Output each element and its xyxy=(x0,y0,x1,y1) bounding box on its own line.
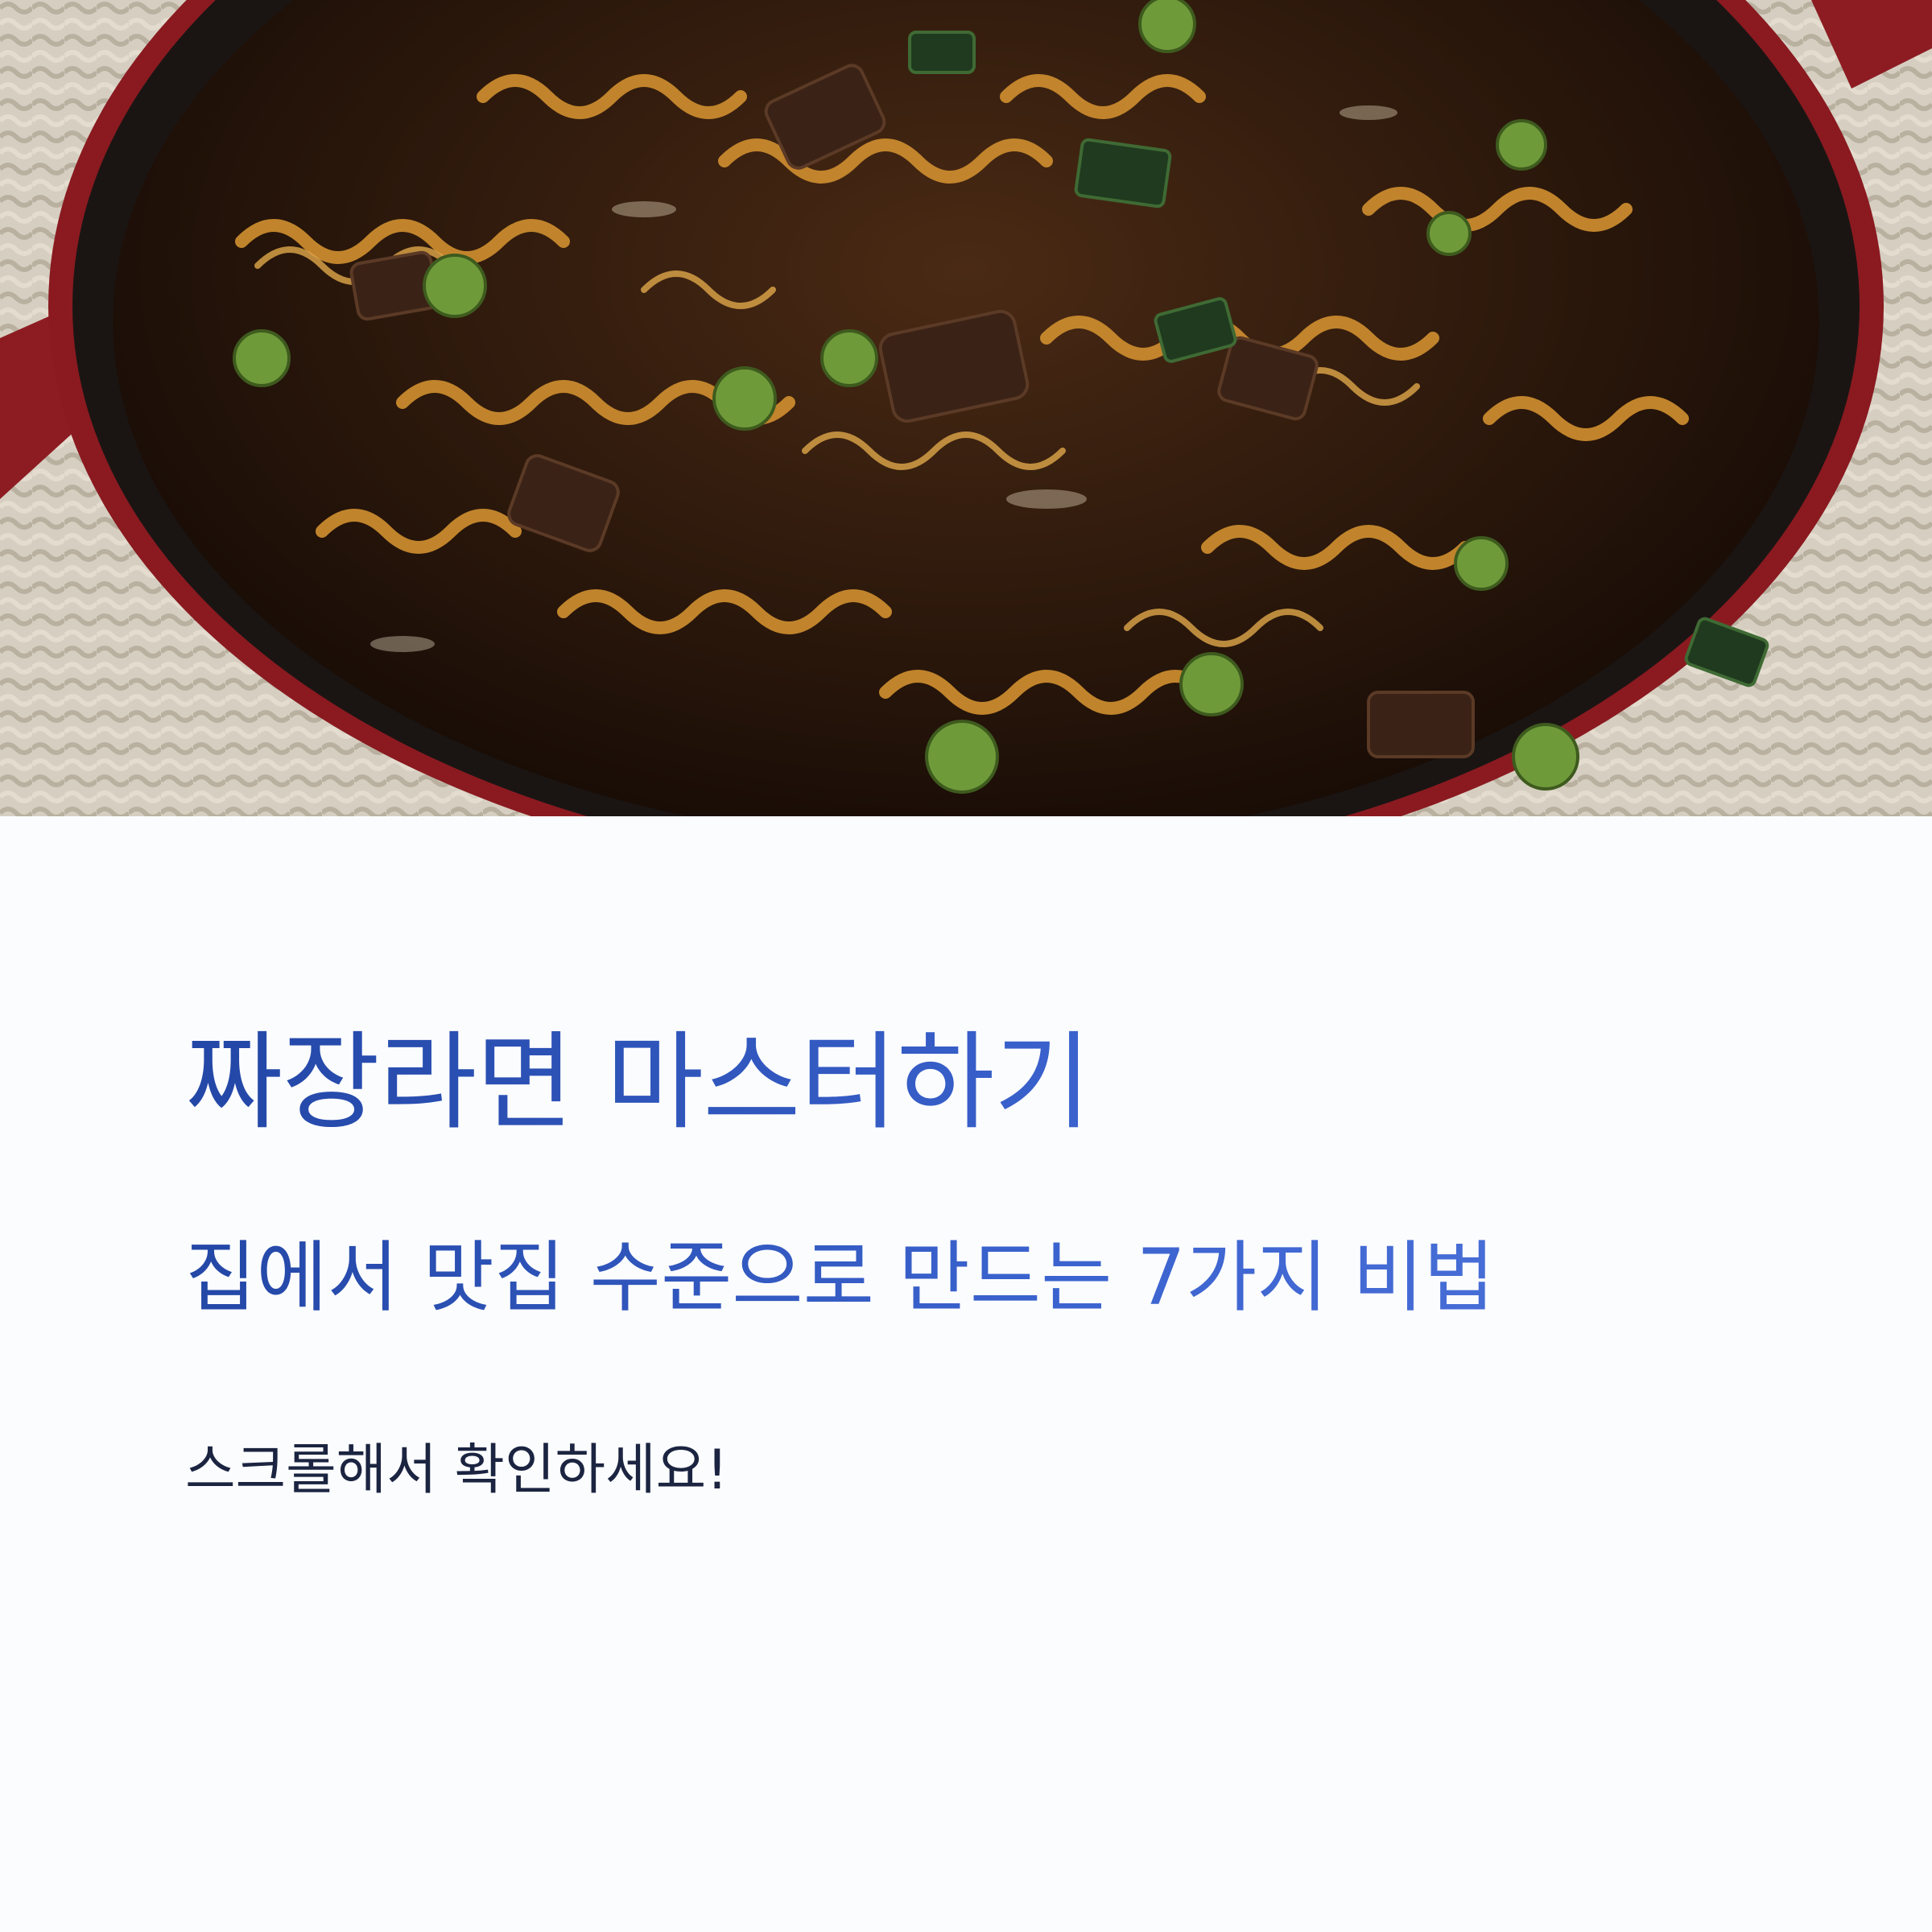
page-subtitle: 집에서 맛집 수준으로 만드는 7가지 비법 xyxy=(185,1217,1755,1338)
scroll-prompt: 스크롤해서 확인하세요! xyxy=(185,1439,729,1502)
jjajang-ramen-illustration xyxy=(0,0,1932,816)
intro-text-block: 짜장라면 마스터하기 집에서 맛집 수준으로 만드는 7가지 비법 스크롤해서 … xyxy=(185,1022,1755,1507)
hero-photo xyxy=(0,0,1932,816)
page-title: 짜장라면 마스터하기 xyxy=(185,1022,1755,1143)
